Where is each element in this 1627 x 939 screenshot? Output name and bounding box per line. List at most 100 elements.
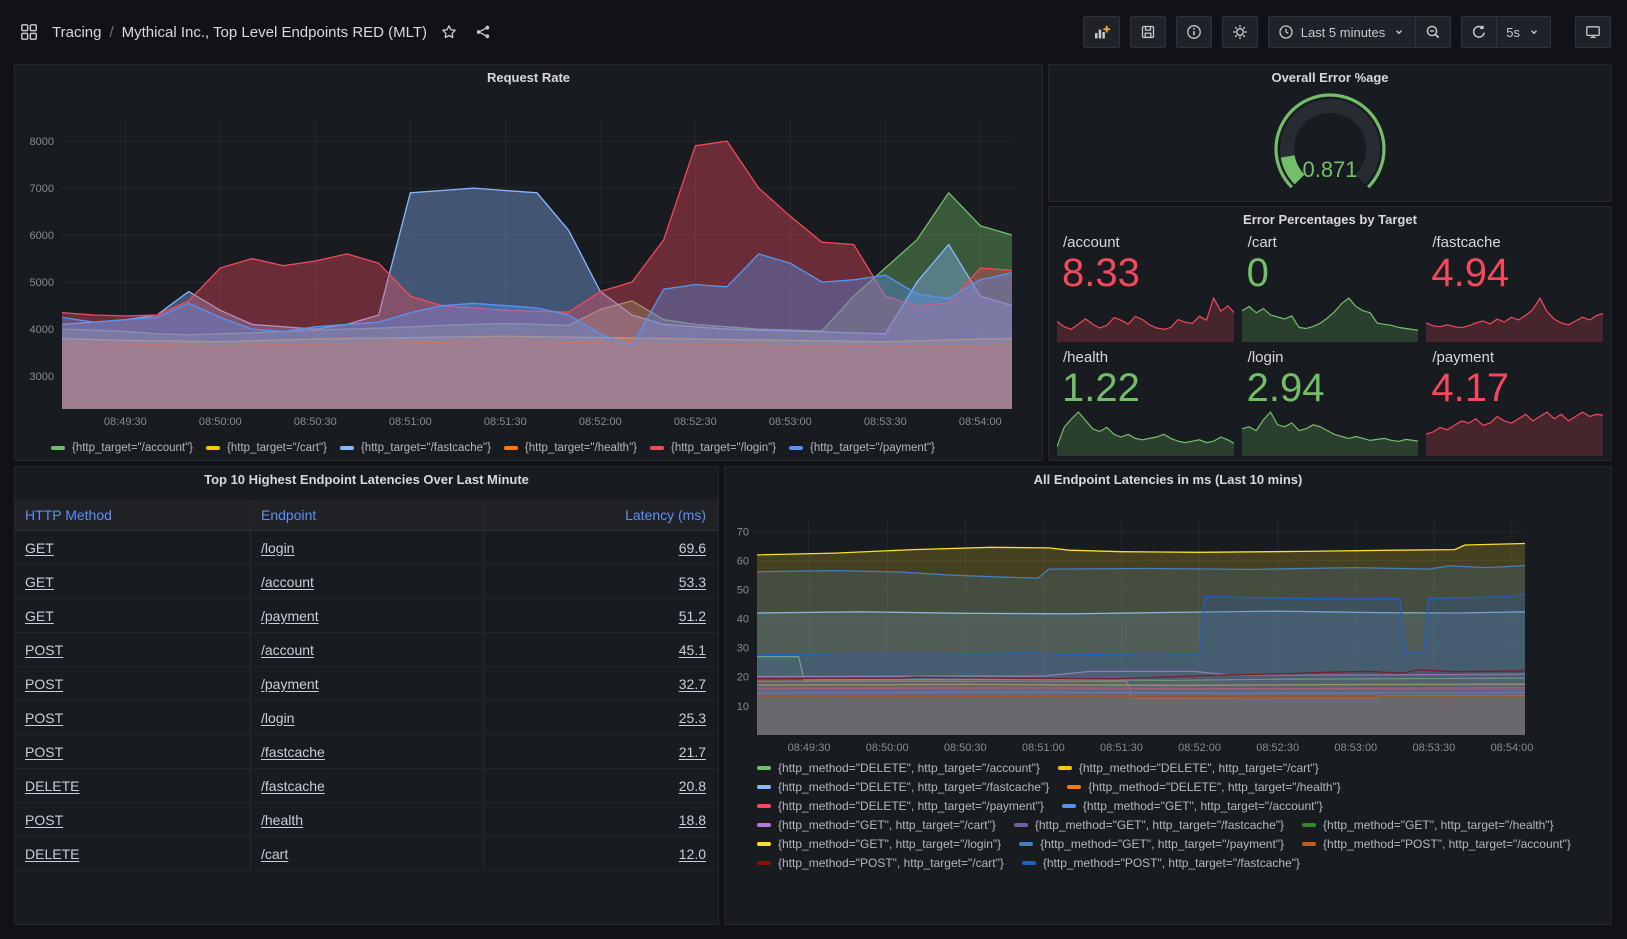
- method-link[interactable]: POST: [25, 812, 63, 828]
- legend-label: {http_method="POST", http_target="/accou…: [1323, 837, 1571, 851]
- legend-color-marker: [1067, 785, 1081, 789]
- add-panel-button[interactable]: [1083, 16, 1120, 48]
- table-cell: /payment: [251, 599, 484, 632]
- favorite-star-button[interactable]: [437, 20, 461, 44]
- legend-item[interactable]: {http_method="DELETE", http_target="/hea…: [1067, 780, 1341, 794]
- latency-link[interactable]: 21.7: [679, 744, 706, 760]
- legend-item[interactable]: {http_method="POST", http_target="/fastc…: [1022, 856, 1300, 870]
- legend-item[interactable]: {http_target="/login"}: [650, 442, 776, 454]
- stat-value: 2.94: [1247, 367, 1325, 409]
- endpoint-link[interactable]: /fastcache: [261, 778, 325, 794]
- latency-link[interactable]: 45.1: [679, 642, 706, 658]
- latency-link[interactable]: 25.3: [679, 710, 706, 726]
- endpoint-link[interactable]: /login: [261, 710, 294, 726]
- column-header-latency-ms-[interactable]: Latency (ms): [484, 500, 718, 530]
- endpoint-link[interactable]: /account: [261, 642, 314, 658]
- endpoint-link[interactable]: /fastcache: [261, 744, 325, 760]
- latency-link[interactable]: 18.8: [679, 812, 706, 828]
- latency-link[interactable]: 12.0: [679, 846, 706, 862]
- latency-link[interactable]: 20.8: [679, 778, 706, 794]
- legend-item[interactable]: {http_target="/cart"}: [206, 442, 327, 454]
- legend-item[interactable]: {http_method="DELETE", http_target="/pay…: [757, 799, 1044, 813]
- stat-target-label: /cart: [1248, 234, 1277, 251]
- panel-title-overall-error[interactable]: Overall Error %age: [1049, 70, 1611, 85]
- panel-title-latency-table[interactable]: Top 10 Highest Endpoint Latencies Over L…: [15, 472, 718, 487]
- column-header-endpoint[interactable]: Endpoint: [251, 500, 484, 530]
- table-cell: POST: [15, 667, 251, 700]
- refresh-interval-picker[interactable]: 5s: [1496, 16, 1551, 48]
- add-panel-icon: [1093, 24, 1110, 41]
- stat-target-label: /fastcache: [1432, 234, 1500, 251]
- legend-item[interactable]: {http_target="/health"}: [504, 442, 637, 454]
- legend-item[interactable]: {http_method="POST", http_target="/cart"…: [757, 856, 1004, 870]
- method-link[interactable]: GET: [25, 540, 54, 556]
- legend-label: {http_method="DELETE", http_target="/pay…: [778, 799, 1044, 813]
- latency-link[interactable]: 51.2: [679, 608, 706, 624]
- time-range-picker[interactable]: Last 5 minutes: [1268, 16, 1417, 48]
- endpoint-link[interactable]: /cart: [261, 846, 288, 862]
- legend-item[interactable]: {http_method="GET", http_target="/health…: [1302, 818, 1554, 832]
- legend-item[interactable]: {http_method="GET", http_target="/fastca…: [1014, 818, 1284, 832]
- dashboard-settings-button[interactable]: [1222, 16, 1258, 48]
- table-cell: 32.7: [484, 667, 718, 700]
- endpoint-link[interactable]: /account: [261, 574, 314, 590]
- dashboard-info-button[interactable]: [1176, 16, 1212, 48]
- svg-text:08:52:00: 08:52:00: [1178, 742, 1221, 754]
- endpoint-link[interactable]: /payment: [261, 676, 319, 692]
- column-header-http-method[interactable]: HTTP Method: [15, 500, 251, 530]
- legend-item[interactable]: {http_method="GET", http_target="/paymen…: [1019, 837, 1284, 851]
- apps-menu-button[interactable]: [16, 19, 42, 45]
- table-cell: 53.3: [484, 565, 718, 598]
- latency-link[interactable]: 32.7: [679, 676, 706, 692]
- legend-item[interactable]: {http_method="GET", http_target="/accoun…: [1062, 799, 1323, 813]
- svg-text:4000: 4000: [30, 324, 54, 336]
- legend-row: {http_method="DELETE", http_target="/pay…: [757, 799, 1557, 813]
- method-link[interactable]: DELETE: [25, 846, 79, 862]
- method-link[interactable]: GET: [25, 608, 54, 624]
- legend-item[interactable]: {http_target="/account"}: [51, 442, 193, 454]
- method-link[interactable]: POST: [25, 744, 63, 760]
- error-gauge: 0.871: [1240, 87, 1420, 199]
- svg-text:08:52:30: 08:52:30: [1256, 742, 1299, 754]
- panel-latency-table: Top 10 Highest Endpoint Latencies Over L…: [14, 466, 719, 925]
- svg-text:08:51:30: 08:51:30: [1100, 742, 1143, 754]
- method-link[interactable]: POST: [25, 642, 63, 658]
- stat-login: /login2.94: [1242, 348, 1419, 457]
- method-link[interactable]: GET: [25, 574, 54, 590]
- legend-color-marker: [1014, 823, 1028, 827]
- legend-item[interactable]: {http_target="/payment"}: [789, 442, 935, 454]
- table-cell: 25.3: [484, 701, 718, 734]
- cycle-view-mode-button[interactable]: [1575, 16, 1611, 48]
- svg-text:5000: 5000: [30, 277, 54, 289]
- chevron-down-icon: [1527, 25, 1541, 39]
- legend-item[interactable]: {http_method="GET", http_target="/login"…: [757, 837, 1001, 851]
- method-link[interactable]: DELETE: [25, 778, 79, 794]
- svg-text:08:49:30: 08:49:30: [788, 742, 831, 754]
- stat-fastcache: /fastcache4.94: [1426, 233, 1603, 342]
- legend-color-marker: [504, 446, 518, 450]
- endpoint-link[interactable]: /health: [261, 812, 303, 828]
- latency-link[interactable]: 69.6: [679, 540, 706, 556]
- legend-item[interactable]: {http_method="DELETE", http_target="/car…: [1058, 761, 1319, 775]
- table-cell: /cart: [251, 837, 484, 870]
- endpoint-link[interactable]: /login: [261, 540, 294, 556]
- breadcrumb-section-tracing[interactable]: Tracing: [52, 24, 101, 41]
- legend-item[interactable]: {http_method="DELETE", http_target="/fas…: [757, 780, 1049, 794]
- table-row: GET/account 53.3: [15, 565, 718, 599]
- legend-item[interactable]: {http_method="DELETE", http_target="/acc…: [757, 761, 1040, 775]
- share-button[interactable]: [471, 20, 495, 44]
- latency-link[interactable]: 53.3: [679, 574, 706, 590]
- method-link[interactable]: POST: [25, 710, 63, 726]
- method-link[interactable]: POST: [25, 676, 63, 692]
- legend-item[interactable]: {http_method="POST", http_target="/accou…: [1302, 837, 1571, 851]
- refresh-button[interactable]: [1461, 16, 1497, 48]
- endpoint-link[interactable]: /payment: [261, 608, 319, 624]
- request-rate-chart[interactable]: 30004000500060007000800008:49:3008:50:00…: [15, 65, 1042, 435]
- zoom-out-button[interactable]: [1415, 16, 1451, 48]
- panel-title-error-by-target[interactable]: Error Percentages by Target: [1049, 212, 1611, 227]
- save-dashboard-button[interactable]: [1130, 16, 1166, 48]
- legend-item[interactable]: {http_method="GET", http_target="/cart"}: [757, 818, 996, 832]
- stat-sparkline: [1242, 290, 1419, 342]
- endpoint-latencies-chart[interactable]: 1020304050607008:49:3008:50:0008:50:3008…: [725, 467, 1611, 759]
- legend-item[interactable]: {http_target="/fastcache"}: [340, 442, 491, 454]
